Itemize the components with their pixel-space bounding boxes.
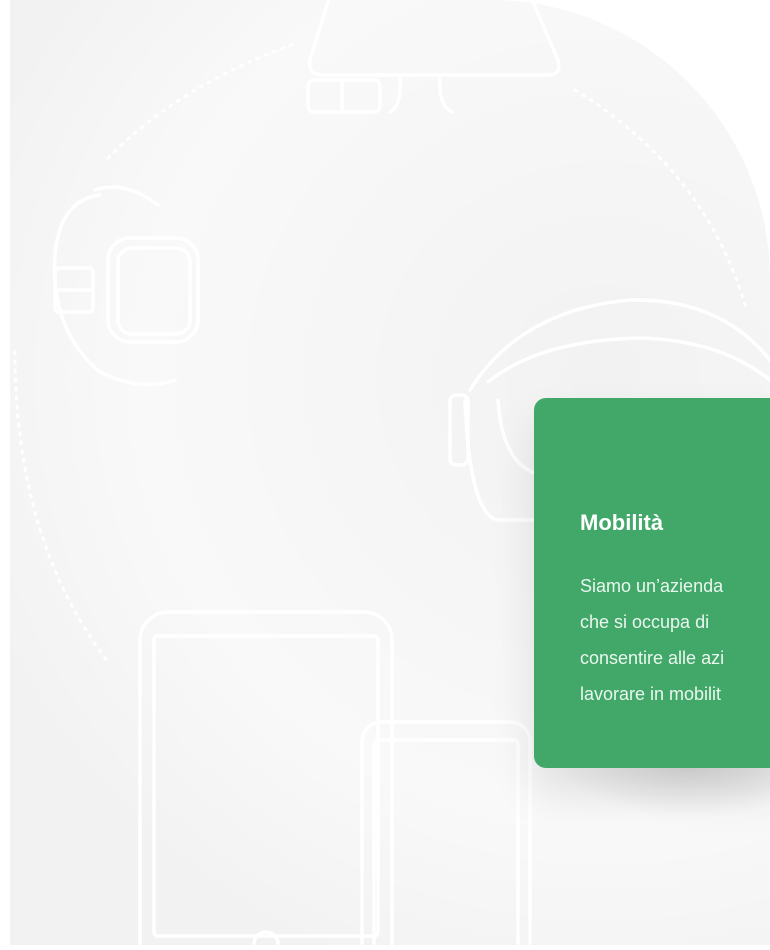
smartphone-icon: [360, 720, 532, 950]
card-description-line: consentire alle azi: [580, 648, 725, 668]
smart-glasses-icon: [306, 0, 561, 114]
card-description: Siamo un’azienda che si occupa di consen…: [580, 568, 770, 712]
mobility-card: Mobilità Siamo un’azienda che si occupa …: [534, 398, 770, 768]
page: Mobilità Siamo un’azienda che si occupa …: [0, 0, 770, 950]
card-title: Mobilità: [580, 510, 664, 535]
card-description-line: lavorare in mobilit: [580, 684, 722, 704]
tablet-icon: [138, 610, 394, 950]
card-description-line: che si occupa di: [580, 612, 710, 632]
card-description-line: Siamo un’azienda: [580, 576, 724, 596]
smartwatch-icon: [52, 185, 200, 387]
